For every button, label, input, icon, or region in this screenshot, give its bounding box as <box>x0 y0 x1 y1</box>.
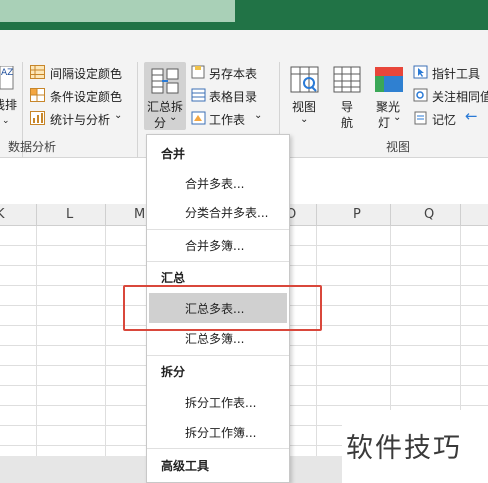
grid-vline <box>316 226 317 456</box>
navigation-icon <box>333 66 361 93</box>
view-button[interactable]: 视图 <box>292 98 316 115</box>
menu-header-advanced-tools: 高级工具 <box>161 459 210 473</box>
navigation-label-1[interactable]: 导 <box>341 98 353 115</box>
spotlight-icon <box>375 67 403 92</box>
grid-vline <box>105 226 106 456</box>
menu-item-label: 汇总多簿... <box>185 332 245 346</box>
chevron-down-icon: ⌄ <box>114 110 123 121</box>
worksheet-icon <box>191 111 206 125</box>
column-separator <box>390 204 391 226</box>
menu-item-merge-multiple-books[interactable]: 合并多簿... <box>147 230 289 260</box>
back-arrow-icon[interactable]: ← <box>465 107 478 125</box>
worksheet-button[interactable]: 工作表 <box>209 111 245 128</box>
highlight-box <box>123 285 322 331</box>
summary-split-label-2: 分 <box>154 116 167 130</box>
stats-analysis-icon <box>30 111 45 125</box>
navigation-label-2[interactable]: 航 <box>341 114 353 131</box>
sort-button-label[interactable]: 线排 <box>0 96 17 113</box>
table-directory-button[interactable]: 表格目录 <box>209 88 257 105</box>
menu-item-label: 拆分工作簿... <box>185 426 257 440</box>
summary-split-icon <box>151 68 179 94</box>
pointer-tool-button[interactable]: 指针工具 <box>432 65 480 82</box>
column-header-p[interactable]: P <box>353 207 361 222</box>
chevron-down-icon: ⌄ <box>393 112 402 123</box>
chevron-down-icon: ⌄ <box>254 110 263 121</box>
menu-item-label: 合并多表... <box>185 177 245 191</box>
group-label-view: 视图 <box>386 140 411 154</box>
condition-color-icon <box>30 88 45 102</box>
column-separator <box>36 204 37 226</box>
column-separator <box>316 204 317 226</box>
group-label-data-analysis: 数据分析 <box>8 140 57 154</box>
chevron-down-icon: ⌄ <box>300 114 309 125</box>
menu-item-merge-multiple-sheets[interactable]: 合并多表... <box>147 168 289 198</box>
follow-same-button[interactable]: 关注相同值 <box>432 88 488 105</box>
interval-color-button[interactable]: 间隔设定颜色 <box>50 65 122 82</box>
sort-icon-letters: AZ <box>1 68 14 78</box>
column-header-q[interactable]: Q <box>424 207 434 222</box>
menu-item-label: 拆分工作表... <box>185 396 257 410</box>
column-separator <box>105 204 106 226</box>
menu-item-split-workbook[interactable]: 拆分工作簿... <box>147 417 289 447</box>
menu-item-split-worksheet[interactable]: 拆分工作表... <box>147 387 289 417</box>
menu-header-merge: 合并 <box>161 147 186 161</box>
pointer-tool-icon <box>413 65 428 79</box>
chevron-down-icon: ⌄ <box>2 116 10 126</box>
memo-button[interactable]: 记忆 <box>432 111 456 128</box>
spotlight-label-2[interactable]: 灯 <box>378 114 390 131</box>
interval-color-icon <box>30 65 45 79</box>
title-bar-highlight <box>0 0 235 22</box>
save-as-icon <box>191 65 205 79</box>
column-header-m[interactable]: M <box>134 207 145 222</box>
chevron-down-icon: ⌄ <box>169 112 178 123</box>
view-icon <box>290 66 319 93</box>
grid-vline <box>36 226 37 456</box>
memo-icon <box>414 111 427 125</box>
condition-color-button[interactable]: 条件设定颜色 <box>50 88 122 105</box>
menu-separator <box>147 448 289 449</box>
follow-same-icon <box>413 88 428 102</box>
menu-item-category-merge[interactable]: 分类合并多表... <box>147 197 289 227</box>
menu-item-label: 分类合并多表... <box>185 206 269 220</box>
column-separator <box>460 204 461 226</box>
column-header-l[interactable]: L <box>66 207 73 222</box>
column-header-k[interactable]: K <box>0 207 5 222</box>
menu-item-label: 合并多簿... <box>185 239 245 253</box>
title-bar <box>0 0 488 30</box>
table-directory-icon <box>191 88 206 102</box>
menu-header-split: 拆分 <box>161 365 186 379</box>
watermark-text: 软件技巧 <box>346 433 462 464</box>
menu-separator <box>147 355 289 356</box>
stats-analysis-button[interactable]: 统计与分析 <box>50 111 110 128</box>
summary-split-label-1: 汇总拆 <box>147 100 184 114</box>
menu-separator <box>147 261 289 262</box>
save-as-table-button[interactable]: 另存本表 <box>209 65 257 82</box>
menu-header-summary: 汇总 <box>161 271 186 285</box>
